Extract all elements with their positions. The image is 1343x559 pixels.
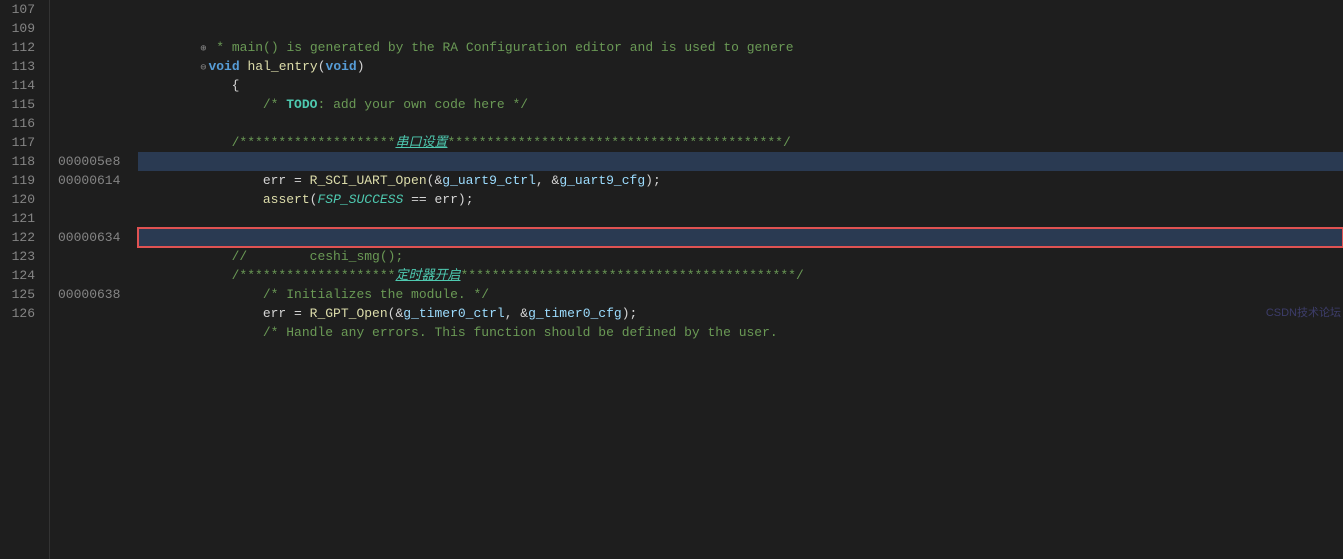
line-num-118: 118 xyxy=(8,152,41,171)
line-num-124: 124 xyxy=(8,266,41,285)
line-num-119: 119 xyxy=(8,171,41,190)
line-num-120: 120 xyxy=(8,190,41,209)
addr-112 xyxy=(54,38,126,57)
addr-124 xyxy=(54,266,126,285)
code-line-123: /********************定时器开启**************… xyxy=(138,247,1343,266)
line-num-109: 109 xyxy=(8,19,41,38)
line-num-123: 123 xyxy=(8,247,41,266)
code-line-112: ⊖void hal_entry(void) xyxy=(138,38,1343,57)
addr-117 xyxy=(54,133,126,152)
line-num-121: 121 xyxy=(8,209,41,228)
addr-116 xyxy=(54,114,126,133)
addr-119: 00000614 xyxy=(54,171,126,190)
line-num-114: 114 xyxy=(8,76,41,95)
line-num-113: 113 xyxy=(8,57,41,76)
line-numbers: 107 109 112 113 114 115 116 117 118 119 … xyxy=(0,0,50,559)
code-line-114: /* TODO: add your own code here */ xyxy=(138,76,1343,95)
line-num-107: 107 xyxy=(8,0,41,19)
addr-120 xyxy=(54,190,126,209)
addr-121 xyxy=(54,209,126,228)
line-num-126: 126 xyxy=(8,304,41,323)
code-line-116: /********************串口设置***************… xyxy=(138,114,1343,133)
line-num-112: 112 xyxy=(8,38,41,57)
code-content-area[interactable]: ⊕ * main() is generated by the RA Config… xyxy=(130,0,1343,559)
line-num-125: 125 xyxy=(8,285,41,304)
code-line-122: // ceshi_smg(); xyxy=(138,228,1343,247)
code-line-117: /* Open the transfer instance with initi… xyxy=(138,133,1343,152)
addresses-column: 000005e8 00000614 00000634 00000638 xyxy=(50,0,130,559)
addr-115 xyxy=(54,95,126,114)
code-line-126: /* Handle any errors. This function shou… xyxy=(138,304,1343,323)
code-line-124: /* Initializes the module. */ xyxy=(138,266,1343,285)
code-editor: 107 109 112 113 114 115 116 117 118 119 … xyxy=(0,0,1343,559)
addr-125: 00000638 xyxy=(54,285,126,304)
addr-109 xyxy=(54,19,126,38)
code-lines: ⊕ * main() is generated by the RA Config… xyxy=(138,0,1343,323)
watermark: CSDN技术论坛 xyxy=(1266,304,1341,323)
code-line-115 xyxy=(138,95,1343,114)
code-line-107 xyxy=(138,0,1343,19)
addr-118: 000005e8 xyxy=(54,152,126,171)
code-line-121: /********************数码管测试**************… xyxy=(138,209,1343,228)
code-line-118: err = R_SCI_UART_Open(&g_uart9_ctrl, &g_… xyxy=(138,152,1343,171)
addr-122: 00000634 xyxy=(54,228,126,247)
addr-114 xyxy=(54,76,126,95)
code-line-113: { xyxy=(138,57,1343,76)
code-line-109: ⊕ * main() is generated by the RA Config… xyxy=(138,19,1343,38)
line-num-115: 115 xyxy=(8,95,41,114)
code-line-125: err = R_GPT_Open(&g_timer0_ctrl, &g_time… xyxy=(138,285,1343,304)
addr-123 xyxy=(54,247,126,266)
addr-107 xyxy=(54,0,126,19)
line-num-116: 116 xyxy=(8,114,41,133)
line-num-117: 117 xyxy=(8,133,41,152)
addr-126 xyxy=(54,304,126,323)
code-line-120 xyxy=(138,190,1343,209)
code-line-119: assert(FSP_SUCCESS == err); xyxy=(138,171,1343,190)
addr-113 xyxy=(54,57,126,76)
line-num-122: 122 xyxy=(8,228,41,247)
